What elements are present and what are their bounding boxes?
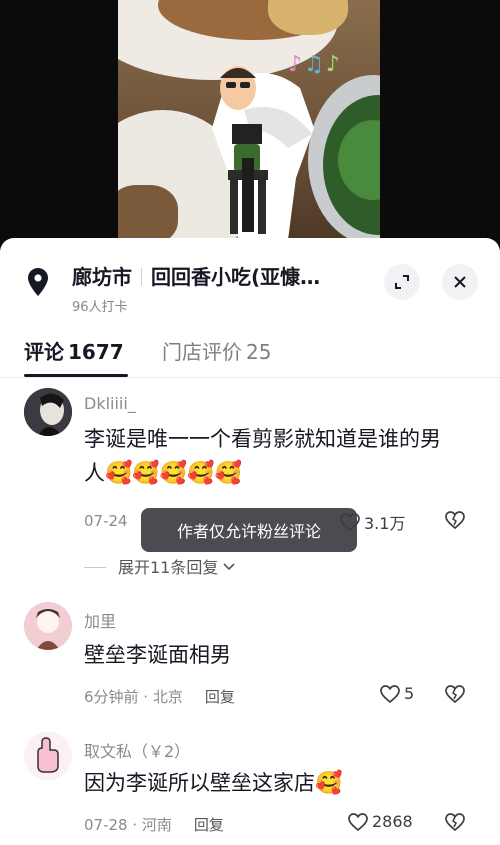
dislike-button[interactable] [444,510,466,534]
expand-divider [84,567,106,568]
comment-body: 壁垒李诞面相男 [84,643,231,667]
comment-date: 07-24 [84,512,128,530]
reply-button[interactable]: 回复 [205,688,235,706]
broken-heart-icon [445,511,465,530]
expand-button[interactable] [384,264,420,300]
close-icon [454,276,466,288]
map-pin-icon [28,268,48,296]
comment-username[interactable]: 取文私（￥2） [84,738,190,762]
like-button[interactable]: 5 [380,684,414,703]
tab-label: 评论 [24,340,64,364]
like-button[interactable]: 2868 [348,812,413,831]
expand-replies-label: 展开11条回复 [118,558,219,577]
broken-heart-icon [445,813,465,832]
tab-count: 25 [246,340,272,364]
chevron-down-icon [223,563,236,571]
comment-time-location: 6分钟前 · 北京 [84,688,183,706]
avatar[interactable] [24,388,72,436]
like-count: 2868 [372,812,413,831]
location-header[interactable]: 廊坊市 回回香小吃(亚慷… 96人打卡 [0,256,500,318]
comment-time-location: 07-28 · 河南 [84,816,172,834]
avatar-image [24,732,72,780]
tab-comments[interactable]: 评论 1677 [24,336,124,365]
heart-icon [380,684,400,703]
location-store: 回回香小吃(亚慷… [151,265,321,289]
food-dish [118,185,178,245]
title-divider [141,268,142,286]
comment-body: 因为李诞所以壁垒这家店 [84,771,315,795]
expand-icon [395,275,409,289]
dislike-button[interactable] [444,812,466,836]
location-city: 廊坊市 [72,265,132,289]
checkin-count: 96人打卡 [72,300,128,315]
location-title[interactable]: 廊坊市 回回香小吃(亚慷… [72,261,320,290]
avatar[interactable] [24,602,72,650]
music-notes-icon: ♪♫♪ [288,52,342,77]
tab-count: 1677 [68,340,124,364]
cartoon-sticker [212,66,314,240]
reply-button[interactable]: 回复 [194,816,224,834]
avatar[interactable] [24,732,72,780]
expand-replies-button[interactable]: 展开11条回复 [84,554,236,578]
avatar-image [24,388,72,436]
broken-heart-icon [445,685,465,704]
tab-indicator [24,374,128,377]
tab-label: 门店评价 [162,340,242,364]
comment-meta: 07-28 · 河南 回复 [84,814,224,835]
heart-icon [348,812,368,831]
comment-emoji: 🥰🥰🥰🥰🥰 [105,461,242,486]
comment-username[interactable]: Dkliiii_ [84,394,136,413]
comment-username[interactable]: 加里 [84,608,116,632]
comment-tabs: 评论 1677 门店评价 25 [0,334,500,378]
close-button[interactable] [442,264,478,300]
comment-text: 李诞是唯一一个看剪影就知道是谁的男人🥰🥰🥰🥰🥰 [84,422,444,491]
video-player[interactable]: ♪♫♪ [0,0,500,245]
toast-message: 作者仅允许粉丝评论 [141,508,357,552]
tab-store-reviews[interactable]: 门店评价 25 [162,336,271,365]
comment-emoji: 🥰 [315,771,343,796]
comment-text: 壁垒李诞面相男 [84,638,444,672]
comment-meta: 6分钟前 · 北京 回复 [84,686,235,707]
like-count: 5 [404,684,415,703]
comment-text: 因为李诞所以壁垒这家店🥰 [84,766,444,801]
like-count: 3.1万 [364,514,406,533]
dislike-button[interactable] [444,684,466,708]
avatar-image [24,602,72,650]
